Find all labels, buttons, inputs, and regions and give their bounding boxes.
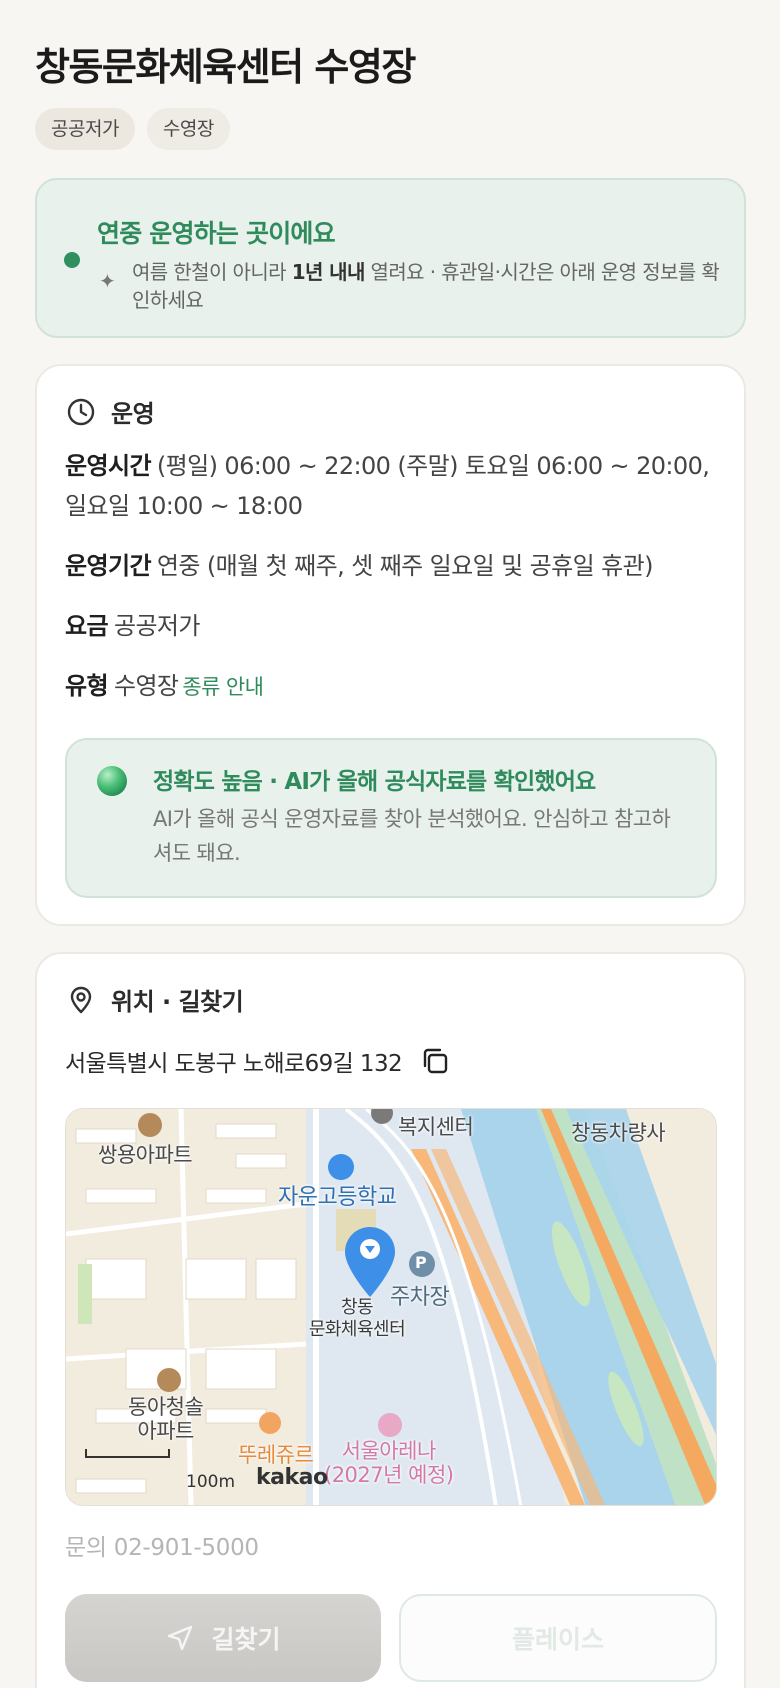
- map-label-arena-line1: 서울아레나: [341, 1439, 437, 1463]
- tag-fee[interactable]: 공공저가: [35, 108, 135, 150]
- map-label-depot: 창동차량사: [571, 1121, 666, 1145]
- location-label: 위치 · 길찾기: [111, 988, 244, 1016]
- notice-text-pre: 여름 한철이 아니라: [132, 260, 292, 284]
- sparkle-icon: ✦: [99, 269, 116, 293]
- map-brand-logo: kakao: [256, 1465, 328, 1490]
- hours-value: (평일) 06:00 ~ 22:00 (주말) 토요일 06:00 ~ 20:0…: [65, 452, 710, 520]
- address-text: 서울특별시 도봉구 노해로69길 132: [65, 1051, 403, 1077]
- operation-header: 운영: [65, 394, 155, 429]
- navigation-arrow-icon: [168, 1625, 193, 1651]
- fee-key: 요금: [65, 612, 109, 640]
- tag-type[interactable]: 수영장: [146, 108, 230, 150]
- operation-card: 운영 운영시간 (평일) 06:00 ~ 22:00 (주말) 토요일 06:00…: [35, 364, 746, 926]
- map-scale-label: 100m: [186, 1472, 236, 1492]
- map-label-school: 자운고등학교: [278, 1185, 397, 1210]
- map-view[interactable]: 쌍용아파트 복지센터 창동차량사 자운고등학교 P 주차장 창동 문화체육센터 …: [65, 1108, 717, 1506]
- year-round-notice: 연중 운영하는 곳이에요 ✦ 여름 한철이 아니라 1년 내내 열려요 · 휴관…: [35, 178, 746, 338]
- map-label-apt2-line2: 아파트: [137, 1419, 194, 1443]
- fee-row: 요금 공공저가: [65, 606, 715, 646]
- map-label-place-line1: 창동: [340, 1297, 374, 1318]
- location-pin-icon: [70, 986, 92, 1013]
- page-title: 창동문화체육센터 수영장: [35, 45, 416, 89]
- directions-button[interactable]: 길찾기: [65, 1594, 381, 1682]
- map-label-welfare: 복지센터: [398, 1115, 474, 1139]
- clock-icon: [67, 398, 95, 425]
- type-row: 유형 수영장 종류 안내: [65, 666, 715, 707]
- fee-value: 공공저가: [113, 612, 201, 640]
- ai-orb-icon: [97, 766, 127, 796]
- map-label-apt2-line1: 동아청솔: [128, 1395, 204, 1419]
- map-label-arena: 서울아레나 (2027년 예정): [324, 1439, 454, 1487]
- parking-p-label: P: [415, 1253, 427, 1272]
- type-value: 수영장: [113, 672, 179, 700]
- notice-title: 연중 운영하는 곳이에요: [97, 219, 336, 248]
- operation-label: 운영: [111, 400, 155, 428]
- accuracy-text: AI가 올해 공식 운영자료를 찾아 분석했어요. 안심하고 참고하셔도 돼요.: [153, 807, 671, 865]
- address-row: 서울특별시 도봉구 노해로69길 132: [65, 1044, 450, 1078]
- map-label-place: 창동 문화체육센터: [302, 1297, 412, 1341]
- hours-row: 운영시간 (평일) 06:00 ~ 22:00 (주말) 토요일 06:00 ~ …: [65, 446, 715, 526]
- type-guide-link[interactable]: 종류 안내: [182, 675, 264, 699]
- accuracy-box: 정확도 높음 · AI가 올해 공식자료를 확인했어요 AI가 올해 공식 운영…: [65, 738, 717, 898]
- phone-contact[interactable]: 문의 02-901-5000: [65, 1528, 259, 1562]
- period-key: 운영기간: [65, 552, 152, 580]
- copy-icon[interactable]: [420, 1046, 450, 1076]
- status-dot-icon: [64, 252, 80, 268]
- map-label-apt2: 동아청솔 아파트: [128, 1395, 204, 1443]
- map-label-apt1: 쌍용아파트: [98, 1143, 193, 1167]
- tag-list: 공공저가 수영장: [35, 108, 230, 150]
- location-card: 위치 · 길찾기 서울특별시 도봉구 노해로69길 132 쌍용아파트 복지센터…: [35, 952, 746, 1688]
- place-button[interactable]: 플레이스: [399, 1594, 717, 1682]
- hours-key: 운영시간: [65, 452, 152, 480]
- directions-button-label: 길찾기: [211, 1625, 281, 1654]
- type-key: 유형: [65, 672, 109, 700]
- map-label-arena-line2: (2027년 예정): [324, 1463, 454, 1487]
- place-button-label: 플레이스: [511, 1625, 604, 1654]
- location-header: 위치 · 길찾기: [65, 982, 244, 1017]
- period-row: 운영기간 연중 (매월 첫 째주, 셋 째주 일요일 및 공휴일 휴관): [65, 546, 715, 586]
- accuracy-title: 정확도 높음 · AI가 올해 공식자료를 확인했어요: [153, 769, 596, 795]
- notice-text: 여름 한철이 아니라 1년 내내 열려요 · 휴관일·시간은 아래 운영 정보를…: [132, 258, 722, 314]
- notice-text-bold: 1년 내내: [291, 260, 366, 284]
- map-label-place-line2: 문화체육센터: [308, 1319, 406, 1340]
- place-detail-page: 창동문화체육센터 수영장 공공저가 수영장 연중 운영하는 곳이에요 ✦ 여름 …: [0, 0, 780, 1688]
- period-value: 연중 (매월 첫 째주, 셋 째주 일요일 및 공휴일 휴관): [156, 552, 654, 580]
